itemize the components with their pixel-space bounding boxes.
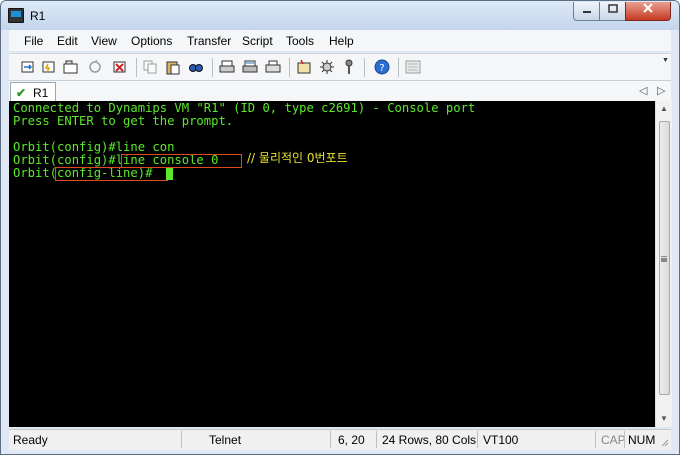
global-options-icon[interactable] <box>319 59 335 75</box>
scroll-grip-icon <box>661 256 667 258</box>
menu-edit[interactable]: Edit <box>57 34 78 48</box>
status-emulation: VT100 <box>483 433 519 447</box>
highlight-line-console-box <box>121 154 242 168</box>
toolbar-overflow-chevron-icon[interactable]: ▼ <box>662 57 669 64</box>
text-cursor <box>166 168 173 180</box>
toolbar: ? ▼ <box>9 53 671 81</box>
maximize-icon <box>607 4 618 13</box>
window-title: R1 <box>30 9 46 23</box>
toolbar-separator <box>398 58 399 77</box>
session-options-icon[interactable] <box>296 59 312 75</box>
menu-file[interactable]: File <box>24 34 43 48</box>
close-icon <box>643 3 653 13</box>
app-terminal-icon <box>8 8 24 23</box>
print-setup-icon[interactable] <box>265 59 281 75</box>
scroll-up-icon[interactable]: ▲ <box>656 101 672 117</box>
paste-icon[interactable] <box>165 59 181 75</box>
terminal-line: Press ENTER to get the prompt. <box>13 114 234 128</box>
connect-icon[interactable] <box>20 59 36 75</box>
menu-options[interactable]: Options <box>131 34 172 48</box>
title-bar: R1 <box>1 1 679 30</box>
status-separator <box>477 431 478 448</box>
menu-bar: File Edit View Options Transfer Script T… <box>9 30 671 51</box>
terminal-area[interactable]: Connected to Dynamips VM "R1" (ID 0, typ… <box>9 101 655 427</box>
status-separator <box>376 431 377 448</box>
status-separator <box>624 431 625 448</box>
print-icon[interactable] <box>219 59 235 75</box>
annotation-note: // 물리적인 0번포트 <box>247 151 348 165</box>
highlight-config-line-box <box>55 167 168 181</box>
tab-scroll-right-icon[interactable]: ▷ <box>657 84 665 97</box>
keymap-icon[interactable] <box>341 59 357 75</box>
toolbar-separator <box>136 58 137 77</box>
help-icon[interactable]: ? <box>374 59 390 75</box>
minimize-icon <box>582 11 591 13</box>
vertical-scrollbar[interactable]: ▲ ▼ <box>655 101 672 427</box>
svg-text:?: ? <box>379 63 384 74</box>
status-caps-lock: CAP <box>601 433 626 447</box>
status-protocol: Telnet <box>209 433 242 447</box>
status-terminal-size: 24 Rows, 80 Cols <box>382 433 477 447</box>
disconnect-icon[interactable] <box>112 59 128 75</box>
connected-check-icon: ✔ <box>16 86 27 100</box>
scrollbar-thumb[interactable] <box>659 121 670 395</box>
maximize-button[interactable] <box>599 2 626 21</box>
resize-grip-icon[interactable] <box>661 439 669 447</box>
sftp-icon[interactable] <box>405 59 421 75</box>
toolbar-separator <box>364 58 365 77</box>
status-separator <box>595 431 596 448</box>
copy-icon[interactable] <box>142 59 158 75</box>
menu-tools[interactable]: Tools <box>286 34 314 48</box>
status-separator <box>181 431 182 448</box>
status-cursor-position: 6, 20 <box>338 433 365 447</box>
app-window: R1 File Edit View Options Transfer Scrip… <box>0 0 680 455</box>
menu-transfer[interactable]: Transfer <box>187 34 231 48</box>
status-separator <box>330 431 331 448</box>
find-icon[interactable] <box>188 59 204 75</box>
tab-r1[interactable]: ✔ R1 <box>10 82 56 102</box>
connect-in-tab-icon[interactable] <box>63 59 79 75</box>
print-selection-icon[interactable] <box>242 59 258 75</box>
tab-scroll-left-icon[interactable]: ◁ <box>639 84 647 97</box>
close-button[interactable] <box>625 2 671 21</box>
menu-help[interactable]: Help <box>329 34 354 48</box>
tab-label: R1 <box>33 86 49 100</box>
toolbar-separator <box>289 58 290 77</box>
toolbar-separator <box>212 58 213 77</box>
minimize-button[interactable] <box>573 2 600 21</box>
reconnect-icon[interactable] <box>87 59 103 75</box>
quick-connect-icon[interactable] <box>41 59 57 75</box>
status-bar: Ready Telnet 6, 20 24 Rows, 80 Cols VT10… <box>9 429 671 450</box>
menu-view[interactable]: View <box>91 34 117 48</box>
status-ready: Ready <box>13 433 48 447</box>
scroll-down-icon[interactable]: ▼ <box>656 411 672 427</box>
menu-script[interactable]: Script <box>242 34 273 48</box>
tab-bar: ✔ R1 ◁ ▷ <box>9 80 671 102</box>
status-num-lock: NUM <box>628 433 656 447</box>
